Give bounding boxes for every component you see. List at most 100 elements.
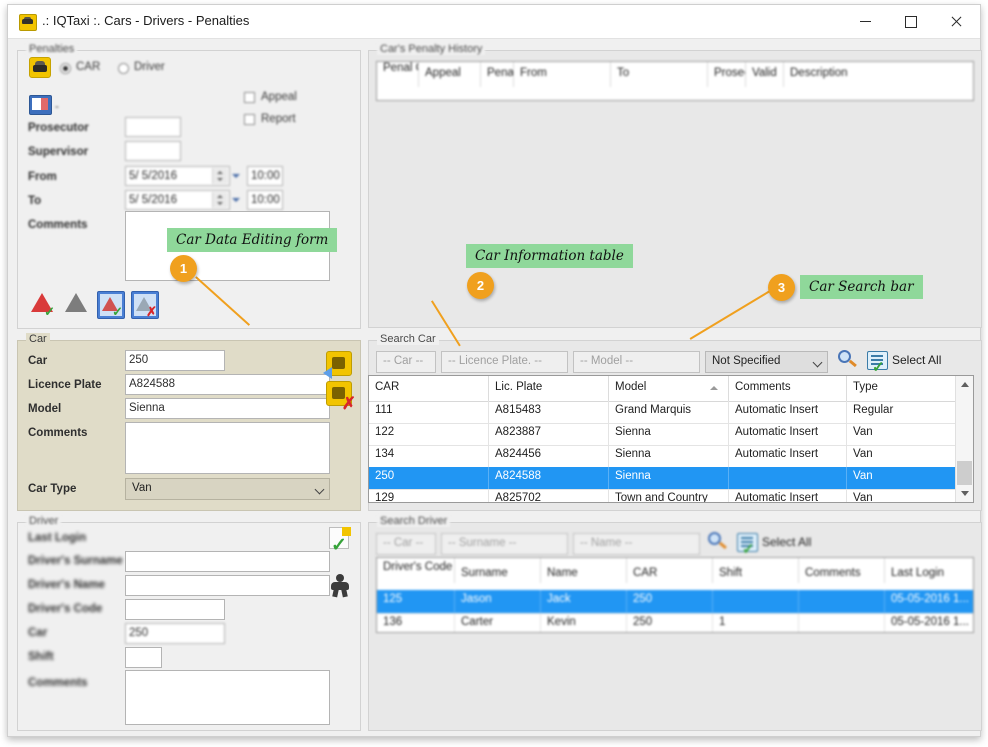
flag-icon[interactable] (29, 95, 52, 115)
car-field[interactable]: 250 (125, 350, 225, 371)
from-date-spinner[interactable] (212, 168, 228, 184)
car-type-select[interactable]: Van (125, 478, 330, 500)
penalty-history-legend: Car's Penalty History (377, 43, 486, 55)
col-appeal[interactable]: Appeal (419, 62, 481, 87)
col-lic-plate[interactable]: Lic. Plate (489, 376, 609, 401)
callout-2-label: Car Information table (466, 244, 633, 268)
to-time-field[interactable]: 10:00 (247, 190, 283, 210)
col-from[interactable]: From (514, 62, 611, 87)
col-name[interactable]: Name (541, 558, 627, 583)
cell-plate: A824588 (489, 467, 609, 489)
car-table-scrollbar[interactable] (955, 376, 973, 502)
cell-driver-code: 125 (377, 590, 455, 612)
to-date-spinner[interactable] (212, 192, 228, 208)
save-car-icon[interactable] (323, 351, 352, 379)
search-car-panel: Search Car -- Car -- -- Licence Plate. -… (368, 333, 982, 511)
supervisor-field[interactable] (125, 141, 181, 161)
add-penalty-icon[interactable]: ✓ (29, 291, 55, 318)
select-all-label[interactable]: Select All (762, 535, 811, 549)
driver-car-field[interactable]: 250 (125, 623, 225, 644)
cell-comments: Automatic Insert (729, 489, 847, 502)
driver-shift-field[interactable] (125, 647, 162, 668)
delete-car-icon[interactable]: ✗ (326, 381, 356, 412)
penalty-history-table[interactable]: Penal Code Appeal Penalt From To Prosec … (376, 61, 974, 101)
col-surname[interactable]: Surname (455, 558, 541, 583)
scroll-down-icon[interactable] (956, 485, 973, 502)
driver-comments-label: Comments (28, 677, 88, 689)
accept-penalty-icon[interactable]: ✓ (97, 291, 125, 319)
cell-plate: A824456 (489, 445, 609, 467)
search-car-type-select[interactable]: Not Specified (705, 351, 828, 373)
from-time-field[interactable]: 10:00 (247, 166, 283, 186)
driver-name-field[interactable] (125, 575, 330, 596)
table-row[interactable]: 122 A823887 Sienna Automatic Insert Van (369, 423, 973, 446)
licence-plate-field[interactable]: A824588 (125, 374, 330, 395)
scroll-up-icon[interactable] (956, 376, 973, 393)
title-bar: .: IQTaxi :. Cars - Drivers - Penalties (8, 5, 980, 39)
select-all-icon[interactable]: ✓ (867, 351, 888, 375)
col-description[interactable]: Description (784, 62, 973, 87)
col-drivers-code[interactable]: Driver's Code (377, 558, 455, 583)
select-all-icon[interactable]: ✓ (737, 533, 758, 557)
cell-driver-comments (799, 613, 885, 632)
search-driver-name-input[interactable]: -- Name -- (573, 533, 700, 555)
car-comments-field[interactable] (125, 422, 330, 474)
car-comments-label: Comments (28, 427, 88, 439)
col-car[interactable]: CAR (369, 376, 489, 401)
col-comments[interactable]: Comments (729, 376, 847, 401)
car-table[interactable]: CAR Lic. Plate Model Comments Type 111 A… (368, 375, 974, 503)
cell-driver-last-login: 05-05-2016 1... (891, 593, 970, 605)
col-prosec[interactable]: Prosec (708, 62, 746, 87)
scrollbar-thumb[interactable] (957, 461, 972, 485)
to-date-dropdown-arrow[interactable] (232, 198, 240, 202)
col-type[interactable]: Type (847, 376, 958, 401)
table-row[interactable]: 136 Carter Kevin 250 1 05-05-2016 1... (377, 613, 973, 632)
driver-surname-field[interactable] (125, 551, 330, 572)
maximize-button[interactable] (888, 5, 934, 38)
car-label: Car (28, 355, 48, 367)
col-driver-comments[interactable]: Comments (799, 558, 885, 583)
select-all-label[interactable]: Select All (892, 353, 941, 367)
cell-driver-surname: Carter (455, 613, 541, 632)
search-model-input[interactable]: -- Model -- (573, 351, 700, 373)
model-field[interactable]: Sienna (125, 398, 330, 419)
close-button[interactable] (934, 5, 980, 38)
col-driver-car[interactable]: CAR (627, 558, 713, 583)
delete-penalty-icon[interactable]: ✗ (131, 291, 159, 319)
table-row-selected[interactable]: 125 Jason Jack 250 05-05-2016 1... (377, 590, 973, 614)
search-driver-surname-input[interactable]: -- Surname -- (441, 533, 568, 555)
search-magnifier-icon[interactable] (708, 532, 728, 552)
cell-plate: A825702 (489, 489, 609, 502)
col-penal-code[interactable]: Penal Code (377, 62, 419, 87)
from-date-field[interactable]: 5/ 5/2016 (125, 166, 240, 186)
cell-model: Sienna (609, 423, 729, 445)
col-penalt[interactable]: Penalt (481, 62, 514, 87)
cell-comments: Automatic Insert (729, 445, 847, 467)
callout-2-number: 2 (467, 272, 494, 299)
driver-table[interactable]: Driver's Code Surname Name CAR Shift Com… (376, 557, 974, 633)
col-shift[interactable]: Shift (713, 558, 799, 583)
minimize-button[interactable] (842, 5, 888, 38)
to-date-field[interactable]: 5/ 5/2016 (125, 190, 240, 210)
col-to[interactable]: To (611, 62, 708, 87)
penalty-icon[interactable] (63, 291, 89, 317)
cell-comments (729, 467, 847, 489)
driver-code-field[interactable] (125, 599, 225, 620)
search-driver-car-input[interactable]: -- Car -- (376, 533, 436, 555)
col-last-login[interactable]: Last Login (885, 558, 973, 583)
from-date-dropdown-arrow[interactable] (232, 174, 240, 178)
callout-3-number: 3 (768, 274, 795, 301)
col-model[interactable]: Model (609, 376, 729, 401)
table-row[interactable]: 134 A824456 Sienna Automatic Insert Van (369, 445, 973, 468)
search-licence-plate-input[interactable]: -- Licence Plate. -- (441, 351, 568, 373)
prosecutor-field[interactable] (125, 117, 181, 137)
search-car-input[interactable]: -- Car -- (376, 351, 436, 373)
accept-driver-icon[interactable]: ✓ (329, 527, 351, 555)
table-row-selected[interactable]: 250 A824588 Sienna Van (369, 467, 973, 490)
driver-comments-field[interactable] (125, 670, 330, 725)
table-row[interactable]: 129 A825702 Town and Country Automatic I… (369, 489, 973, 502)
col-valid[interactable]: Valid (746, 62, 784, 87)
driver-person-icon[interactable] (329, 573, 351, 598)
table-row[interactable]: 111 A815483 Grand Marquis Automatic Inse… (369, 401, 973, 424)
search-magnifier-icon[interactable] (838, 350, 858, 370)
